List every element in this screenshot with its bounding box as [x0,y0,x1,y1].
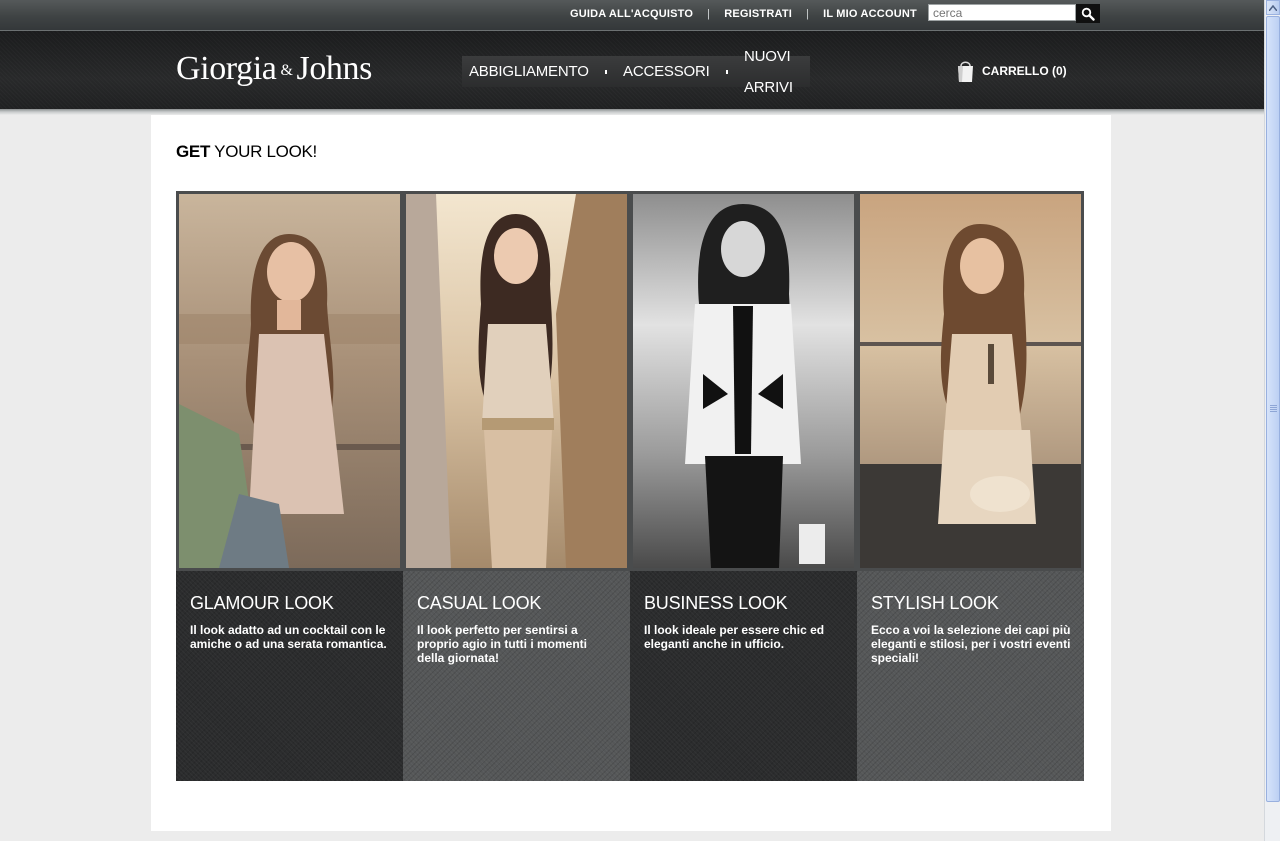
look-title-business: BUSINESS LOOK [644,593,788,613]
look-description-business: Il look ideale per essere chic ed elegan… [644,623,825,651]
page-title: GET YOUR LOOK! [176,142,317,162]
nav-accessori[interactable]: ACCESSORI [616,56,717,87]
look-caption-business: BUSINESS LOOK Il look ideale per essere … [630,571,857,781]
look-card-glamour[interactable]: GLAMOUR LOOK Il look adatto ad un cockta… [176,191,403,781]
page-title-bold: GET [176,142,211,161]
main-content: GET YOUR LOOK! GLAMOUR LOOK Il look adat… [151,115,1111,831]
nav-bullet [725,69,728,74]
search-box [928,4,1100,23]
nav-abbigliamento[interactable]: ABBIGLIAMENTO [462,56,596,87]
utility-bar: GUIDA ALL'ACQUISTO | REGISTRATI | IL MIO… [0,0,1264,31]
look-caption-glamour: GLAMOUR LOOK Il look adatto ad un cockta… [176,571,403,781]
logo-ampersand: & [280,62,293,79]
link-registrati[interactable]: REGISTRATI [724,8,792,20]
shopping-bag-icon [957,59,974,83]
scroll-grip [1270,405,1277,413]
brand-logo[interactable]: Giorgia & Johns [176,49,372,91]
link-separator: | [707,8,711,20]
main-navigation: ABBIGLIAMENTO ACCESSORI NUOVI ARRIVI [462,48,810,96]
look-title-glamour: GLAMOUR LOOK [190,593,334,613]
nav-nuovi-arrivi[interactable]: NUOVI ARRIVI [737,41,810,103]
utility-links: GUIDA ALL'ACQUISTO | REGISTRATI | IL MIO… [570,7,917,21]
look-card-business[interactable]: BUSINESS LOOK Il look ideale per essere … [630,191,857,781]
cart-label: CARRELLO (0) [982,64,1067,78]
look-photo-business[interactable] [633,194,854,568]
link-mio-account[interactable]: IL MIO ACCOUNT [823,8,917,20]
look-title-casual: CASUAL LOOK [417,593,542,613]
page-title-rest: YOUR LOOK! [210,142,317,161]
logo-word-johns: Johns [296,50,373,87]
nav-bullet [604,69,608,74]
look-caption-casual: CASUAL LOOK Il look perfetto per sentirs… [403,571,630,781]
link-guida-acquisto[interactable]: GUIDA ALL'ACQUISTO [570,8,693,20]
look-photo-stylish[interactable] [860,194,1081,568]
look-card-stylish[interactable]: STYLISH LOOK Ecco a voi la selezione dei… [857,191,1084,781]
look-photo-casual[interactable] [406,194,627,568]
arrow-up-icon [1269,4,1277,11]
page: GUIDA ALL'ACQUISTO | REGISTRATI | IL MIO… [0,0,1264,841]
look-title-stylish: STYLISH LOOK [871,593,999,613]
link-separator: | [806,8,810,20]
look-card-casual[interactable]: CASUAL LOOK Il look perfetto per sentirs… [403,191,630,781]
look-photo-glamour[interactable] [179,194,400,568]
scroll-thumb[interactable] [1266,16,1280,802]
looks-grid: GLAMOUR LOOK Il look adatto ad un cockta… [176,191,1084,781]
search-button[interactable] [1076,4,1100,23]
scroll-up-button[interactable] [1266,0,1280,15]
logo-word-giorgia: Giorgia [176,50,277,87]
magnifier-icon [1081,7,1095,21]
look-description-stylish: Ecco a voi la selezione dei capi più ele… [871,623,1071,665]
vertical-scrollbar[interactable] [1264,0,1280,841]
cart-link[interactable]: CARRELLO (0) [957,58,1067,84]
look-description-casual: Il look perfetto per sentirsi a proprio … [417,623,587,665]
look-caption-stylish: STYLISH LOOK Ecco a voi la selezione dei… [857,571,1084,781]
search-input[interactable] [928,4,1076,21]
look-description-glamour: Il look adatto ad un cocktail con le ami… [190,623,387,651]
